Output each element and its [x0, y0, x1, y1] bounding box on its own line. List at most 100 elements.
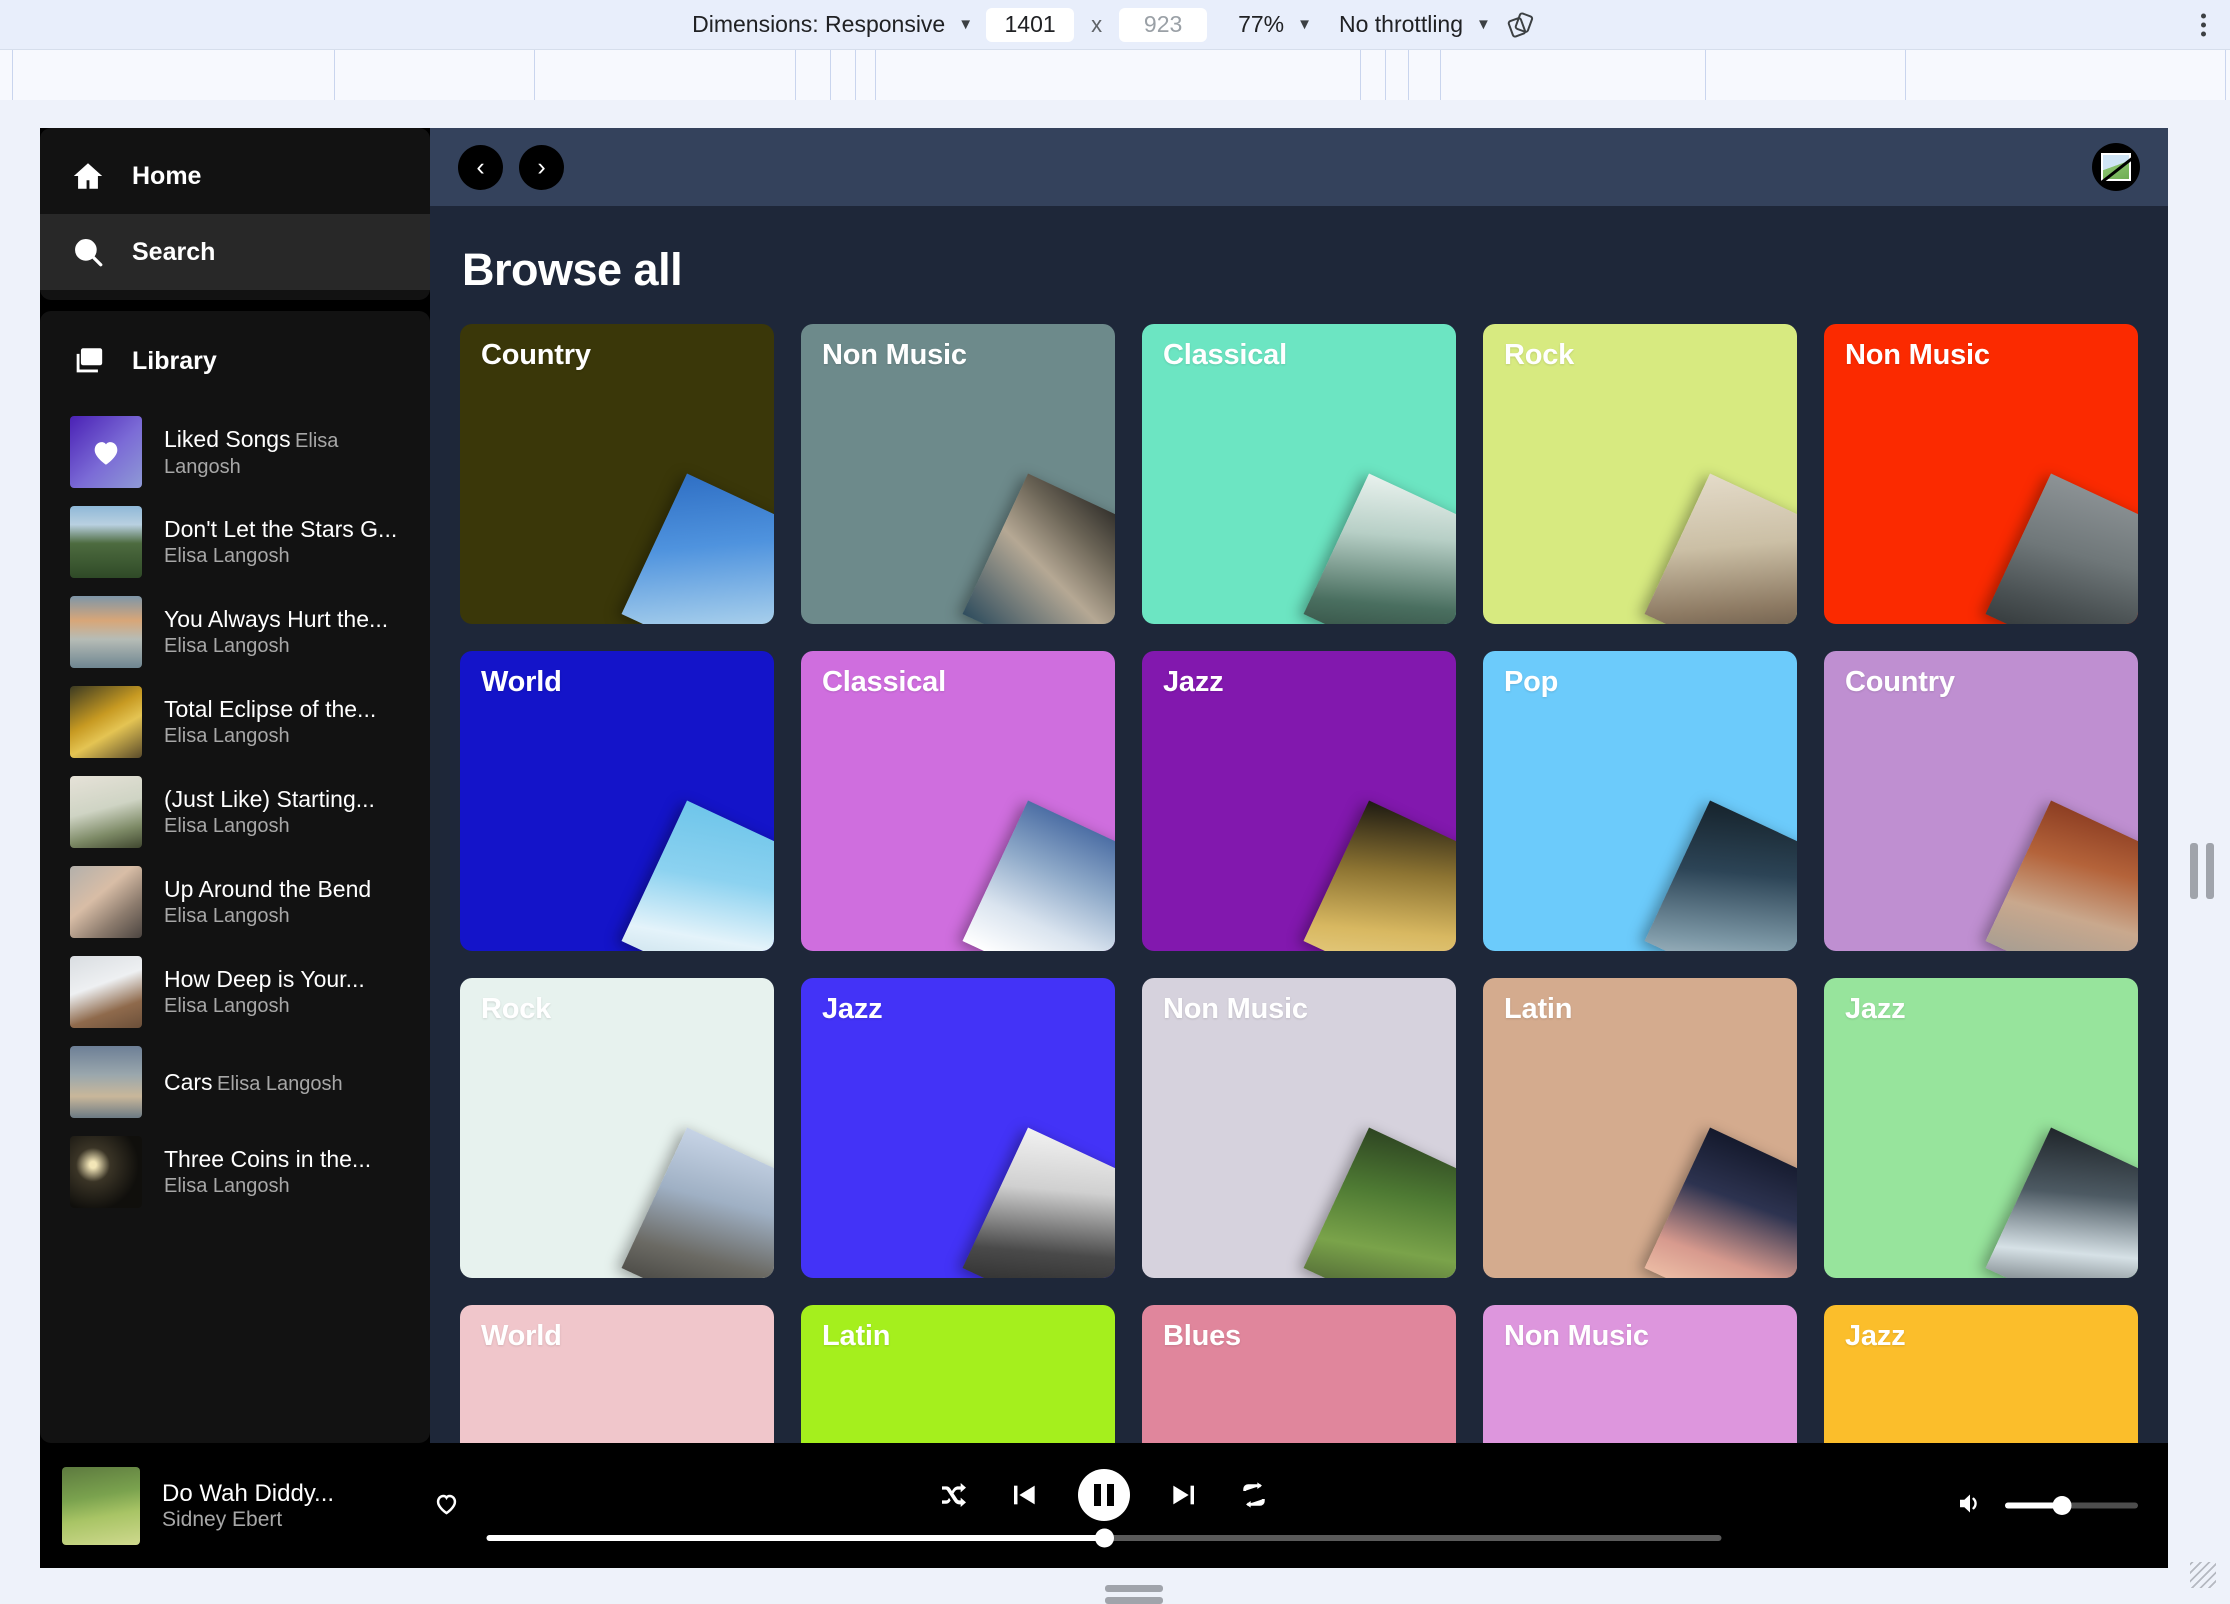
- genre-card[interactable]: Jazz: [1824, 1305, 2138, 1443]
- progress-thumb[interactable]: [1095, 1529, 1114, 1548]
- playlist-owner: Elisa Langosh: [164, 635, 290, 657]
- volume-icon[interactable]: [1955, 1488, 1985, 1523]
- genre-card[interactable]: Jazz: [1142, 651, 1456, 951]
- search-icon: [70, 234, 106, 270]
- viewport-height-input[interactable]: [1119, 8, 1207, 42]
- player-bar: Do Wah Diddy... Sidney Ebert: [40, 1443, 2168, 1568]
- playlist-artwork: [70, 686, 142, 758]
- genre-card[interactable]: Country: [1824, 651, 2138, 951]
- viewport-resize-handle-bottom-2[interactable]: [1105, 1597, 1163, 1604]
- shuffle-button[interactable]: [938, 1479, 970, 1511]
- sidebar-item-label-home: Home: [132, 162, 201, 191]
- library-icon: [70, 343, 106, 379]
- play-pause-button[interactable]: [1078, 1469, 1130, 1521]
- list-item[interactable]: (Just Like) Starting... Elisa Langosh: [40, 767, 430, 857]
- user-avatar[interactable]: [2092, 143, 2140, 191]
- chevron-down-icon[interactable]: ▼: [958, 17, 973, 32]
- rotate-device-icon[interactable]: [1504, 8, 1538, 42]
- genre-card[interactable]: World: [460, 1305, 774, 1443]
- list-item[interactable]: Up Around the Bend Elisa Langosh: [40, 857, 430, 947]
- playlist-title: Liked Songs: [164, 426, 291, 452]
- playlist-artwork: [70, 956, 142, 1028]
- playlist-title: (Just Like) Starting...: [164, 786, 375, 812]
- playlist-title: Cars: [164, 1069, 213, 1095]
- zoom-level-label[interactable]: 77%: [1238, 11, 1284, 38]
- repeat-button[interactable]: [1238, 1479, 1270, 1511]
- genre-card-artwork: [1645, 474, 1797, 624]
- genre-card[interactable]: Latin: [1483, 978, 1797, 1278]
- viewport-width-input[interactable]: [986, 8, 1074, 42]
- genre-card-artwork: [963, 474, 1115, 624]
- genre-card-artwork: [1986, 801, 2138, 951]
- now-playing-title: Do Wah Diddy...: [162, 1480, 334, 1507]
- playback-progress-slider[interactable]: [487, 1530, 1722, 1546]
- genre-card[interactable]: Latin: [801, 1305, 1115, 1443]
- genre-card-title: Non Music: [1504, 1320, 1649, 1353]
- more-options-icon[interactable]: [2195, 7, 2212, 42]
- genre-card-title: Jazz: [1845, 993, 1905, 1026]
- volume-thumb[interactable]: [2053, 1496, 2072, 1515]
- genre-card[interactable]: Non Music: [1483, 1305, 1797, 1443]
- genre-card-title: Jazz: [822, 993, 882, 1026]
- heart-icon: [89, 435, 123, 469]
- heart-outline-icon[interactable]: [433, 1490, 460, 1522]
- genre-card[interactable]: Non Music: [801, 324, 1115, 624]
- genre-card[interactable]: Pop: [1483, 651, 1797, 951]
- playlist-owner: Elisa Langosh: [164, 725, 290, 747]
- genre-card[interactable]: World: [460, 651, 774, 951]
- back-button[interactable]: ‹: [458, 145, 503, 190]
- sidebar-item-home[interactable]: Home: [40, 138, 430, 214]
- genre-card[interactable]: Jazz: [801, 978, 1115, 1278]
- playlist-title: Total Eclipse of the...: [164, 696, 376, 722]
- genre-card-title: Jazz: [1845, 1320, 1905, 1353]
- genre-card-title: Classical: [1163, 339, 1287, 372]
- genre-card-artwork: [963, 1128, 1115, 1278]
- genre-card[interactable]: Rock: [460, 978, 774, 1278]
- list-item[interactable]: Cars Elisa Langosh: [40, 1037, 430, 1127]
- sidebar-nav-card: Home Search: [40, 128, 430, 300]
- genre-card[interactable]: Non Music: [1824, 324, 2138, 624]
- list-item[interactable]: Three Coins in the... Elisa Langosh: [40, 1127, 430, 1217]
- genre-card-grid: CountryNon MusicClassicalRockNon MusicWo…: [460, 324, 2138, 1443]
- library-header[interactable]: Library: [40, 329, 430, 393]
- playlist-artwork: [70, 596, 142, 668]
- viewport-resize-handle-bottom[interactable]: [1105, 1585, 1163, 1592]
- list-item[interactable]: Total Eclipse of the... Elisa Langosh: [40, 677, 430, 767]
- throttling-select-label[interactable]: No throttling: [1339, 11, 1463, 38]
- genre-card-title: Rock: [481, 993, 551, 1026]
- throttling-chevron-down-icon[interactable]: ▼: [1476, 17, 1491, 32]
- genre-card[interactable]: Jazz: [1824, 978, 2138, 1278]
- previous-button[interactable]: [1008, 1479, 1040, 1511]
- genre-card-artwork: [622, 1128, 774, 1278]
- genre-card-artwork: [622, 474, 774, 624]
- sidebar-item-search[interactable]: Search: [40, 214, 430, 290]
- viewport-resize-handle-right[interactable]: [2206, 843, 2214, 899]
- main-content: ‹ › Browse all CountryNon MusicClassical…: [430, 128, 2168, 1443]
- spotify-clone-app: Home Search: [40, 128, 2168, 1568]
- playlist-owner: Elisa Langosh: [164, 995, 290, 1017]
- next-button[interactable]: [1168, 1479, 1200, 1511]
- list-item[interactable]: Don't Let the Stars G... Elisa Langosh: [40, 497, 430, 587]
- genre-card-title: Jazz: [1163, 666, 1223, 699]
- genre-card-title: Latin: [822, 1320, 890, 1353]
- genre-card[interactable]: Non Music: [1142, 978, 1456, 1278]
- app-body: Home Search: [40, 128, 2168, 1443]
- forward-button[interactable]: ›: [519, 145, 564, 190]
- viewport-resize-handle-corner[interactable]: [2190, 1562, 2216, 1588]
- genre-card[interactable]: Classical: [801, 651, 1115, 951]
- genre-card-title: World: [481, 1320, 562, 1353]
- dimensions-select-label[interactable]: Dimensions: Responsive: [692, 11, 945, 38]
- viewport-resize-handle-right-2[interactable]: [2190, 843, 2198, 899]
- list-item[interactable]: You Always Hurt the... Elisa Langosh: [40, 587, 430, 677]
- genre-card[interactable]: Blues: [1142, 1305, 1456, 1443]
- list-item[interactable]: Liked Songs Elisa Langosh: [40, 407, 430, 497]
- progress-track[interactable]: [487, 1535, 1722, 1541]
- genre-card[interactable]: Country: [460, 324, 774, 624]
- genre-card-artwork: [963, 801, 1115, 951]
- list-item[interactable]: How Deep is Your... Elisa Langosh: [40, 947, 430, 1037]
- genre-card[interactable]: Rock: [1483, 324, 1797, 624]
- volume-slider[interactable]: [2005, 1503, 2138, 1509]
- genre-card[interactable]: Classical: [1142, 324, 1456, 624]
- zoom-chevron-down-icon[interactable]: ▼: [1297, 17, 1312, 32]
- playlist-title: Up Around the Bend: [164, 876, 371, 902]
